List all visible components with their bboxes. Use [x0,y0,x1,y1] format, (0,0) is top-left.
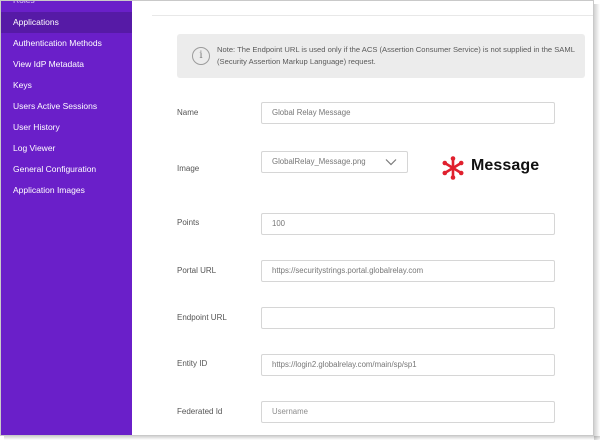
portal-url-label: Portal URL [177,266,217,275]
info-note: i Note: The Endpoint URL is used only if… [177,34,585,78]
sidebar-item-user-history[interactable]: User History [1,117,132,138]
info-note-text: Note: The Endpoint URL is used only if t… [217,45,575,66]
image-select-value: GlobalRelay_Message.png [272,157,366,166]
federated-id-label: Federated Id [177,407,223,416]
info-icon: i [192,47,210,65]
image-label: Image [177,164,200,173]
name-label: Name [177,108,199,117]
portal-url-input[interactable]: https://securitystrings.portal.globalrel… [261,260,555,282]
sidebar-item-general-configuration[interactable]: General Configuration [1,159,132,180]
header-divider [152,15,593,16]
sidebar-item-label: Applications [13,17,59,27]
window-shadow-bottom [4,436,600,440]
app-window: Roles Applications Authentication Method… [0,0,594,436]
sidebar-item-roles[interactable]: Roles [1,1,132,11]
sidebar-item-keys[interactable]: Keys [1,75,132,96]
image-select[interactable]: GlobalRelay_Message.png [261,151,408,173]
sidebar-item-users-active-sessions[interactable]: Users Active Sessions [1,96,132,117]
sidebar-item-authentication-methods[interactable]: Authentication Methods [1,33,132,54]
federated-id-input[interactable]: Username [261,401,555,423]
image-preview-text: Message [471,157,540,174]
name-input[interactable]: Global Relay Message [261,102,555,124]
endpoint-url-input[interactable] [261,307,555,329]
window-shadow-right [594,4,600,440]
sidebar-item-log-viewer[interactable]: Log Viewer [1,138,132,159]
sidebar-item-view-idp-metadata[interactable]: View IdP Metadata [1,54,132,75]
globalrelay-logo-icon [442,156,464,180]
entity-id-label: Entity ID [177,359,208,368]
sidebar-item-applications[interactable]: Applications [1,12,140,33]
entity-id-input[interactable]: https://login2.globalrelay.com/main/sp/s… [261,354,555,376]
main-content: i Note: The Endpoint URL is used only if… [132,1,593,435]
sidebar: Roles Applications Authentication Method… [1,1,140,435]
endpoint-url-label: Endpoint URL [177,313,227,322]
chevron-down-icon [385,159,397,166]
points-label: Points [177,218,200,227]
sidebar-item-application-images[interactable]: Application Images [1,180,132,201]
points-input[interactable]: 100 [261,213,555,235]
